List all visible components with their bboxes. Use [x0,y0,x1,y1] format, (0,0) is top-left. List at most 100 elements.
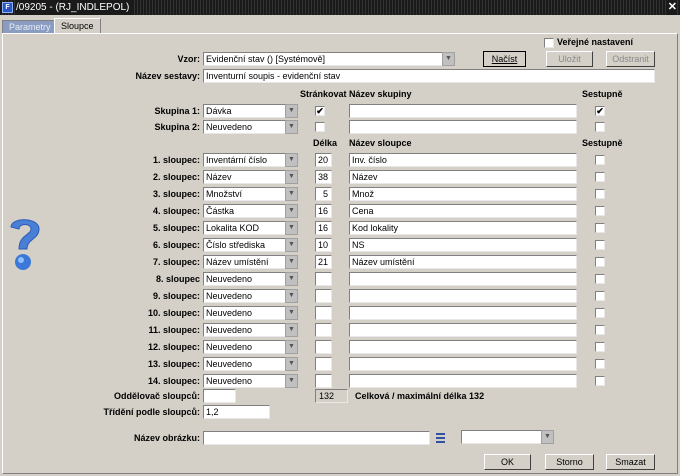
chevron-down-icon[interactable]: ▼ [285,238,298,252]
column-length-input[interactable]: 5 [315,187,332,201]
chevron-down-icon[interactable]: ▼ [285,272,298,286]
group-select[interactable]: Neuvedeno ▼ [203,120,298,134]
column-sestupne-checkbox[interactable] [595,155,605,165]
column-select[interactable]: Neuvedeno ▼ [203,374,298,388]
column-name-input[interactable] [349,340,577,354]
column-select[interactable]: Název umístění ▼ [203,255,298,269]
chevron-down-icon[interactable]: ▼ [285,374,298,388]
column-length-input[interactable]: 16 [315,221,332,235]
chevron-down-icon[interactable]: ▼ [541,430,554,444]
tab-sloupce[interactable]: Sloupce [54,18,101,34]
column-select[interactable]: Neuvedeno ▼ [203,289,298,303]
column-name-input[interactable] [349,357,577,371]
tab-parametry[interactable]: Parametry [2,20,58,34]
column-name-input[interactable] [349,374,577,388]
column-select[interactable]: Neuvedeno ▼ [203,340,298,354]
column-select[interactable]: Lokalita KOD ▼ [203,221,298,235]
column-length-input[interactable] [315,272,332,286]
chevron-down-icon[interactable]: ▼ [285,357,298,371]
vzor-select[interactable]: Evidenční stav () [Systémově] ▼ [203,52,455,66]
column-name-input[interactable] [349,323,577,337]
column-length-input[interactable] [315,289,332,303]
chevron-down-icon[interactable]: ▼ [285,221,298,235]
column-select[interactable]: Neuvedeno ▼ [203,306,298,320]
column-sestupne-checkbox[interactable] [595,376,605,386]
strankovat-checkbox[interactable]: ✔ [315,106,325,116]
column-name-input[interactable]: Název [349,170,577,184]
chevron-down-icon[interactable]: ▼ [285,255,298,269]
column-sestupne-checkbox[interactable] [595,308,605,318]
ulozit-button[interactable]: Uložit [546,51,593,67]
column-name-input[interactable]: Množ [349,187,577,201]
column-name-input[interactable] [349,306,577,320]
trideni-input[interactable]: 1,2 [203,405,270,419]
oddelovac-input[interactable] [203,389,236,403]
column-sestupne-checkbox[interactable] [595,342,605,352]
column-length-input[interactable] [315,340,332,354]
chevron-down-icon[interactable]: ▼ [285,120,298,134]
column-select[interactable]: Inventární číslo ▼ [203,153,298,167]
column-sestupne-checkbox[interactable] [595,325,605,335]
odstranit-button[interactable]: Odstranit [606,51,655,67]
column-length-input[interactable]: 38 [315,170,332,184]
obrazek-input[interactable] [203,431,430,445]
chevron-down-icon[interactable]: ▼ [285,323,298,337]
smazat-button[interactable]: Smazat [606,454,655,470]
column-length-input[interactable]: 21 [315,255,332,269]
column-length-input[interactable] [315,306,332,320]
verejne-checkbox[interactable] [544,38,554,48]
column-select[interactable]: Množství ▼ [203,187,298,201]
group-name-input[interactable] [349,120,577,134]
group-name-input[interactable] [349,104,577,118]
column-select[interactable]: Částka ▼ [203,204,298,218]
column-name-input[interactable]: NS [349,238,577,252]
column-name-input[interactable] [349,272,577,286]
column-sestupne-checkbox[interactable] [595,274,605,284]
chevron-down-icon[interactable]: ▼ [285,340,298,354]
chevron-down-icon[interactable]: ▼ [285,187,298,201]
chevron-down-icon[interactable]: ▼ [285,306,298,320]
column-length-input[interactable] [315,357,332,371]
column-sestupne-checkbox[interactable] [595,240,605,250]
column-sestupne-checkbox[interactable] [595,172,605,182]
column-name-input[interactable] [349,289,577,303]
column-sestupne-checkbox[interactable] [595,189,605,199]
close-icon[interactable]: ✕ [667,0,677,15]
chevron-down-icon[interactable]: ▼ [285,289,298,303]
column-select[interactable]: Neuvedeno ▼ [203,357,298,371]
column-length-input[interactable] [315,374,332,388]
obrazek-select[interactable]: ▼ [461,430,554,444]
chevron-down-icon[interactable]: ▼ [285,170,298,184]
column-length-input[interactable]: 16 [315,204,332,218]
column-length-input[interactable] [315,323,332,337]
column-length-input[interactable]: 20 [315,153,332,167]
chevron-down-icon[interactable]: ▼ [442,52,455,66]
column-name-input[interactable]: Inv. číslo [349,153,577,167]
column-select[interactable]: Neuvedeno ▼ [203,323,298,337]
column-select-value: Neuvedeno [203,272,285,286]
group-sestupne-checkbox[interactable] [595,122,605,132]
strankovat-checkbox[interactable] [315,122,325,132]
nazev-sestavy-input[interactable]: Inventurní soupis - evidenční stav [203,69,655,83]
column-select[interactable]: Název ▼ [203,170,298,184]
column-name-input[interactable]: Kod lokality [349,221,577,235]
nacist-button[interactable]: Načíst [483,51,526,67]
column-sestupne-checkbox[interactable] [595,291,605,301]
group-sestupne-checkbox[interactable]: ✔ [595,106,605,116]
column-select[interactable]: Neuvedeno ▼ [203,272,298,286]
column-name-input[interactable]: Cena [349,204,577,218]
list-icon[interactable] [435,431,446,445]
column-sestupne-checkbox[interactable] [595,257,605,267]
column-sestupne-checkbox[interactable] [595,223,605,233]
chevron-down-icon[interactable]: ▼ [285,204,298,218]
ok-button[interactable]: OK [484,454,531,470]
column-select[interactable]: Číslo střediska ▼ [203,238,298,252]
column-name-input[interactable]: Název umístění [349,255,577,269]
column-sestupne-checkbox[interactable] [595,359,605,369]
column-sestupne-checkbox[interactable] [595,206,605,216]
chevron-down-icon[interactable]: ▼ [285,104,298,118]
chevron-down-icon[interactable]: ▼ [285,153,298,167]
storno-button[interactable]: Storno [545,454,594,470]
group-select[interactable]: Dávka ▼ [203,104,298,118]
column-length-input[interactable]: 10 [315,238,332,252]
